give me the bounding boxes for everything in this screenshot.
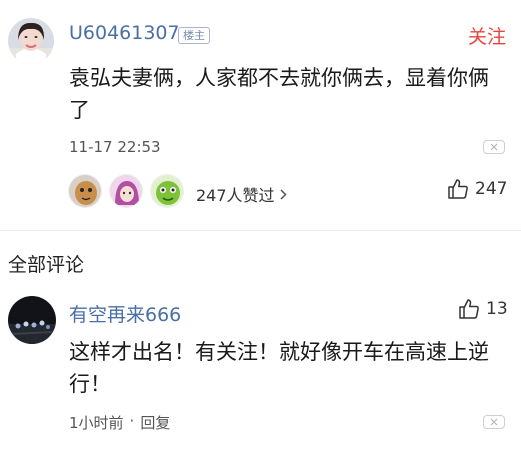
thumbs-up-icon [448, 179, 468, 199]
comment-text-line-1: 袁弘夫妻俩，人家都不去就你俩去，显着你俩 [69, 66, 489, 90]
comment-text-line-2: 了 [69, 98, 90, 122]
reply-avatar-image [8, 296, 56, 344]
thumbs-up-icon [459, 299, 479, 319]
reply-author-avatar[interactable] [8, 296, 56, 344]
likers-link[interactable]: 247人赞过 [196, 182, 287, 206]
user-avatar-image [8, 18, 54, 64]
follow-button[interactable]: 关注 [468, 22, 506, 49]
comment-author-name[interactable]: U60461307 [69, 22, 180, 44]
liker-avatar-image [69, 175, 101, 207]
liker-avatar-3[interactable] [150, 174, 184, 208]
dismiss-comment-button[interactable] [483, 140, 505, 154]
close-icon [490, 143, 498, 151]
likers-summary: 247人赞过 [196, 186, 275, 205]
liker-avatar-image [110, 175, 142, 207]
close-icon [490, 418, 498, 426]
op-badge: 楼主 [178, 27, 210, 44]
liker-avatar-image [151, 175, 183, 207]
main-like-count: 247 [475, 179, 508, 199]
liker-avatar-2[interactable] [109, 174, 143, 208]
meta-separator: · [129, 412, 135, 430]
reply-meta: 1小时前 · 回复 [69, 412, 170, 433]
reply-like-count: 13 [486, 299, 508, 319]
section-divider [0, 230, 521, 231]
reply-author-name[interactable]: 有空再来666 [69, 300, 181, 327]
reply-button[interactable]: 回复 [140, 412, 170, 433]
all-comments-heading: 全部评论 [8, 254, 85, 276]
reply-time: 1小时前 [69, 414, 124, 432]
reply-like-button[interactable]: 13 [458, 298, 508, 320]
liker-avatar-1[interactable] [68, 174, 102, 208]
reply-text-line-2: 行！ [69, 372, 111, 396]
chevron-right-icon [280, 188, 287, 200]
comment-timestamp: 11-17 22:53 [69, 138, 161, 156]
reply-text-line-1: 这样才出名！有关注！就好像开车在高速上逆 [69, 340, 489, 364]
user-avatar[interactable] [8, 18, 54, 64]
dismiss-reply-button[interactable] [483, 415, 505, 429]
main-like-button[interactable]: 247 [447, 178, 507, 200]
